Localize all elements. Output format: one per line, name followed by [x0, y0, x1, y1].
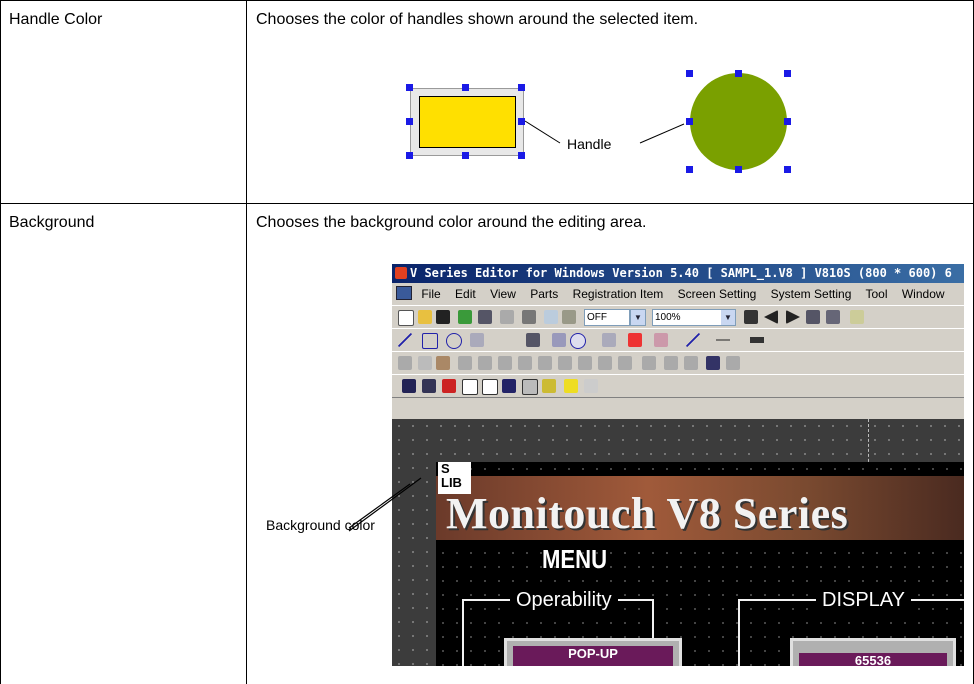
background-callout-lines: [348, 477, 422, 532]
